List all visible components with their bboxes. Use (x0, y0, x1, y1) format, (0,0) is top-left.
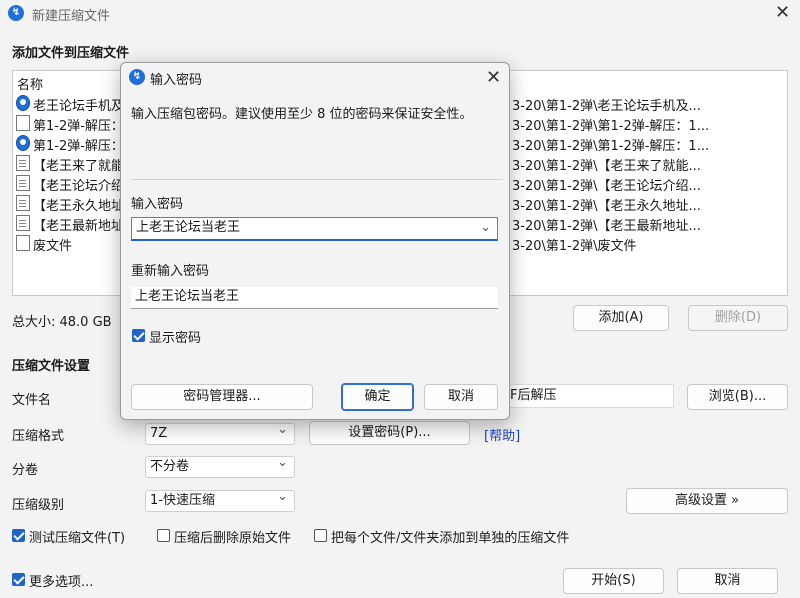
dialog-app-icon: ↯ (129, 69, 145, 85)
filename-label: 文件名 (12, 393, 52, 408)
file-path: 3-20\第1-2弹\【老王最新地址... (512, 219, 701, 234)
level-value: 1-快速压缩 (150, 493, 215, 508)
column-header-name[interactable]: 名称 (17, 74, 43, 93)
filename-input[interactable]: F后解压 (506, 384, 674, 408)
file-path: 3-20\第1-2弹\【老王论坛介绍... (512, 179, 701, 194)
window-close-icon[interactable]: ✕ (775, 4, 790, 22)
file-name: 【老王永久地址 (33, 199, 125, 214)
dialog-close-icon[interactable]: ✕ (486, 69, 501, 87)
dialog-cancel-button[interactable]: 取消 (424, 384, 498, 410)
add-button[interactable]: 添加(A) (573, 305, 669, 331)
file-name: 【老王论坛介绍 (33, 179, 125, 194)
level-select[interactable]: 1-快速压缩 (145, 487, 295, 512)
confirm-password-input[interactable]: 上老王论坛当老王 (131, 287, 498, 309)
chevron-down-icon[interactable]: ⌄ (480, 218, 491, 238)
show-password-label[interactable]: 显示密码 (149, 327, 201, 346)
more-options-checkbox[interactable] (12, 573, 25, 586)
file-name: 第1-2弹-解压： (33, 139, 124, 154)
password-input[interactable]: 上老王论坛当老王 ⌄ (131, 217, 498, 241)
delete-after-label[interactable]: 压缩后删除原始文件 (174, 527, 291, 546)
window-title: 新建压缩文件 (32, 9, 111, 24)
file-path: 3-20\第1-2弹\废文件 (512, 239, 637, 254)
separate-archives-checkbox[interactable] (314, 529, 327, 542)
text-file-icon (16, 155, 30, 171)
dialog-titlebar: ↯ 输入密码 ✕ (121, 63, 509, 91)
file-name: 老王论坛手机及 (33, 99, 125, 114)
password-value: 上老王论坛当老王 (136, 220, 241, 235)
text-file-icon (16, 215, 30, 231)
delete-button[interactable]: 删除(D) (688, 305, 788, 331)
ok-button[interactable]: 确定 (341, 383, 414, 411)
file-icon (16, 115, 30, 131)
file-path: 3-20\第1-2弹\老王论坛手机及... (512, 99, 701, 114)
show-password-checkbox[interactable] (132, 329, 145, 342)
format-label: 压缩格式 (12, 429, 65, 444)
password-label: 输入密码 (131, 197, 184, 212)
test-archive-checkbox[interactable] (12, 529, 25, 542)
file-path: 3-20\第1-2弹\【老王来了就能... (512, 159, 701, 174)
file-name: 【老王来了就能 (33, 159, 125, 174)
confirm-password-label: 重新输入密码 (131, 264, 210, 279)
password-manager-button[interactable]: 密码管理器... (131, 384, 313, 410)
test-archive-label[interactable]: 测试压缩文件(T) (29, 527, 125, 546)
file-name: 【老王最新地址 (33, 219, 125, 234)
volume-value: 不分卷 (150, 459, 190, 474)
window-titlebar: ↯ 新建压缩文件 ✕ (0, 0, 800, 26)
file-name: 第1-2弹-解压： (33, 119, 124, 134)
advanced-settings-button[interactable]: 高级设置 » (626, 488, 788, 514)
add-files-heading: 添加文件到压缩文件 (12, 46, 130, 61)
file-path: 3-20\第1-2弹\【老王永久地址... (512, 199, 701, 214)
volume-label: 分卷 (12, 463, 39, 478)
file-path: 3-20\第1-2弹\第1-2弹-解压：1... (512, 139, 710, 154)
set-password-button[interactable]: 设置密码(P)... (309, 421, 470, 445)
format-select[interactable]: 7Z (145, 420, 295, 445)
dialog-divider (131, 179, 503, 180)
file-icon (16, 235, 30, 251)
total-size: 总大小: 48.0 GB (12, 315, 112, 330)
text-file-icon (16, 175, 30, 191)
start-button[interactable]: 开始(S) (563, 568, 664, 594)
delete-after-checkbox[interactable] (157, 529, 170, 542)
separate-archives-label[interactable]: 把每个文件/文件夹添加到单独的压缩文件 (331, 527, 569, 546)
text-file-icon (16, 195, 30, 211)
help-link[interactable]: [帮助] (484, 425, 520, 444)
volume-select[interactable]: 不分卷 (145, 453, 295, 478)
format-value: 7Z (150, 426, 168, 441)
app-file-icon (16, 95, 30, 111)
dialog-title: 输入密码 (150, 73, 203, 88)
main-cancel-button[interactable]: 取消 (677, 568, 778, 594)
settings-heading: 压缩文件设置 (12, 359, 91, 374)
file-path: 3-20\第1-2弹\第1-2弹-解压：1... (512, 119, 710, 134)
more-options-label[interactable]: 更多选项... (29, 571, 93, 590)
file-name: 废文件 (33, 239, 73, 254)
level-label: 压缩级别 (12, 498, 65, 513)
password-dialog: ↯ 输入密码 ✕ 输入压缩包密码。建议使用至少 8 位的密码来保证安全性。 输入… (120, 62, 510, 420)
browse-button[interactable]: 浏览(B)... (687, 384, 788, 410)
archive-app-icon: ↯ (8, 5, 24, 21)
app-file-icon (16, 135, 30, 151)
password-hint: 输入压缩包密码。建议使用至少 8 位的密码来保证安全性。 (131, 107, 473, 122)
